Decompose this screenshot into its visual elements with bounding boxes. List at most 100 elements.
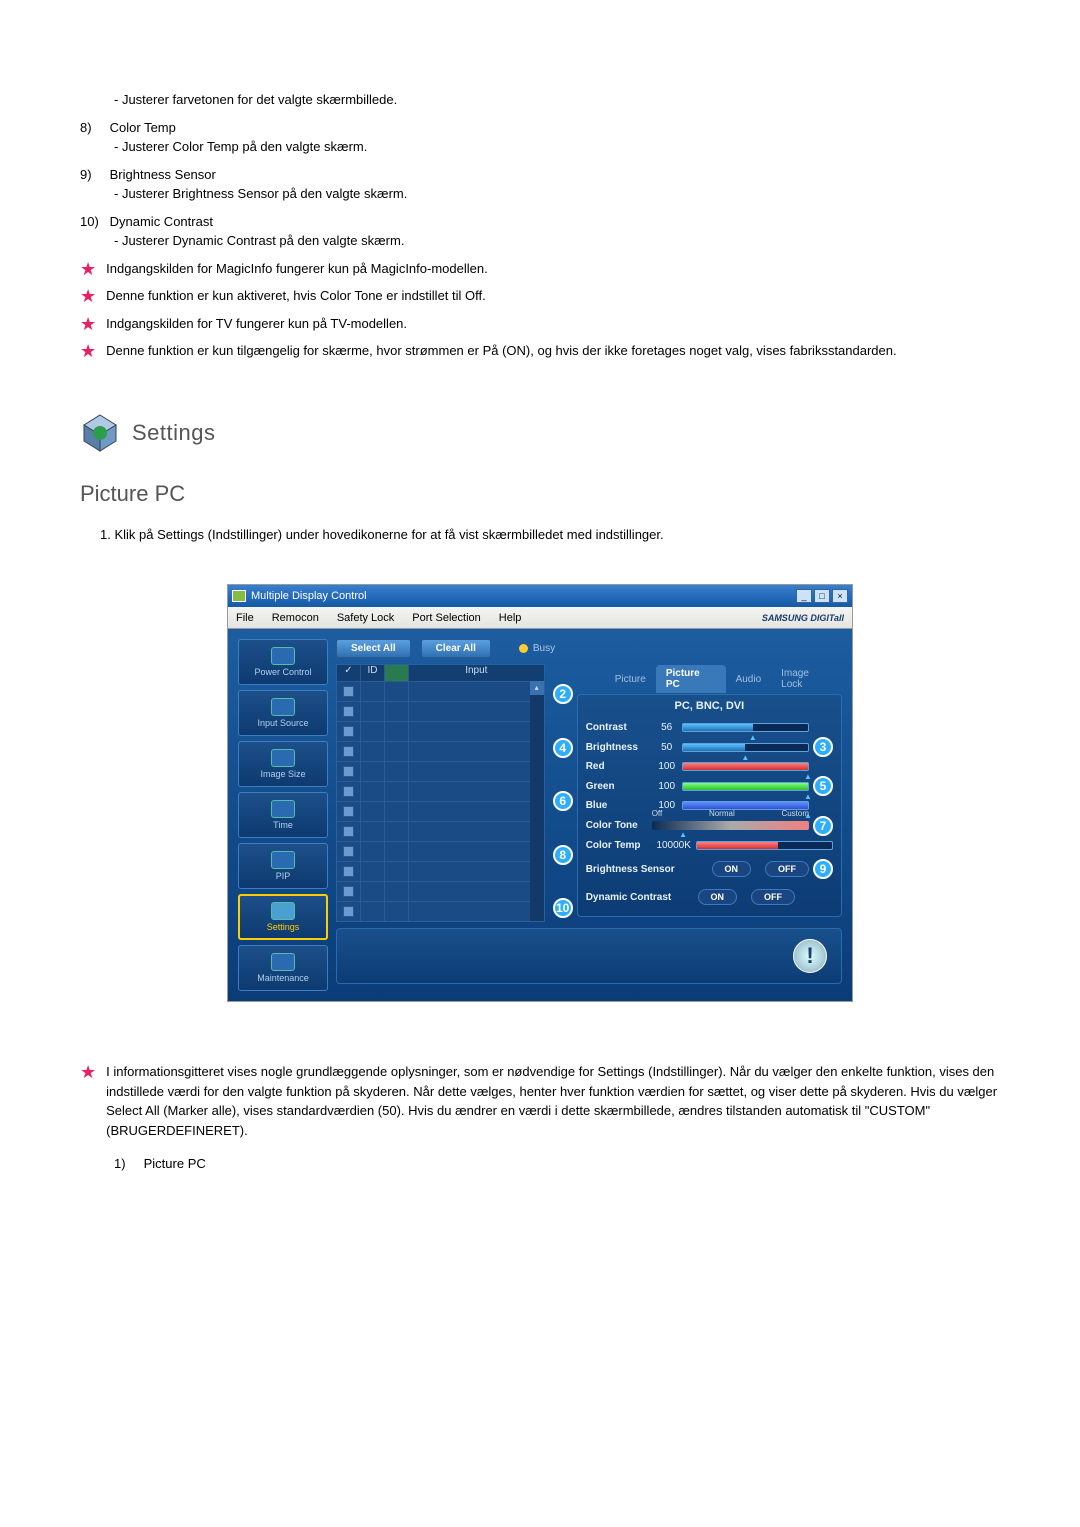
table-row[interactable] — [337, 881, 530, 901]
table-row[interactable] — [337, 781, 530, 801]
nav-pip[interactable]: PIP — [238, 843, 328, 889]
list-title: Dynamic Contrast — [110, 214, 213, 229]
row-checkbox[interactable] — [343, 746, 354, 757]
brightness-sensor-label: Brightness Sensor — [586, 864, 698, 875]
col-id: ID — [361, 665, 385, 681]
star-icon: ★ — [80, 1062, 96, 1084]
slider[interactable]: ▲ — [682, 782, 809, 791]
nav-time[interactable]: Time — [238, 792, 328, 838]
row-checkbox[interactable] — [343, 886, 354, 897]
table-row[interactable] — [337, 681, 530, 701]
row-checkbox[interactable] — [343, 686, 354, 697]
note-1: ★Indgangskilden for MagicInfo fungerer k… — [80, 259, 1000, 281]
menu-help[interactable]: Help — [499, 612, 522, 624]
color-tone-slider[interactable]: OffNormalCustom ▲ — [652, 821, 809, 830]
table-row[interactable] — [337, 861, 530, 881]
nav-power-control[interactable]: Power Control — [238, 639, 328, 685]
settings-icon — [271, 902, 295, 920]
dynamic-contrast-on[interactable]: ON — [698, 889, 738, 905]
callout-7: 7 — [813, 816, 833, 836]
scroll-up-icon[interactable]: ▴ — [530, 681, 544, 695]
row-checkbox[interactable] — [343, 906, 354, 917]
list-item-1-pc: 1) Picture PC — [114, 1154, 1000, 1174]
slider-label: Green — [586, 781, 652, 792]
row-checkbox[interactable] — [343, 726, 354, 737]
input-icon — [271, 698, 295, 716]
tab-audio[interactable]: Audio — [726, 671, 772, 688]
menu-file[interactable]: File — [236, 612, 254, 624]
list-item-8: 8) Color Temp - Justerer Color Temp på d… — [80, 118, 1000, 157]
slider[interactable]: ▲ — [682, 743, 809, 752]
settings-header: Settings — [80, 413, 1000, 453]
minimize-button[interactable]: _ — [796, 589, 812, 603]
dynamic-contrast-label: Dynamic Contrast — [586, 892, 684, 903]
table-row[interactable] — [337, 841, 530, 861]
table-row[interactable] — [337, 721, 530, 741]
color-temp-slider[interactable] — [696, 841, 833, 850]
row-checkbox[interactable] — [343, 806, 354, 817]
info-grid: ✓ ID Input ▴ — [336, 664, 545, 922]
maximize-button[interactable]: □ — [814, 589, 830, 603]
menu-remocon[interactable]: Remocon — [272, 612, 319, 624]
table-row[interactable] — [337, 701, 530, 721]
table-row[interactable] — [337, 741, 530, 761]
left-nav: Power Control Input Source Image Size Ti… — [238, 639, 328, 991]
row-checkbox[interactable] — [343, 766, 354, 777]
list-item-10: 10) Dynamic Contrast - Justerer Dynamic … — [80, 212, 1000, 251]
clear-all-button[interactable]: Clear All — [421, 639, 491, 658]
callout-8: 8 — [553, 845, 573, 865]
slider[interactable]: ▲ — [682, 723, 809, 732]
callout-9: 9 — [813, 859, 833, 879]
row-checkbox[interactable] — [343, 786, 354, 797]
nav-input-source[interactable]: Input Source — [238, 690, 328, 736]
busy-indicator: Busy — [519, 643, 555, 654]
maintenance-icon — [271, 953, 295, 971]
star-icon: ★ — [80, 341, 96, 363]
list-title: Color Temp — [110, 120, 176, 135]
list-title: Brightness Sensor — [110, 167, 216, 182]
list-desc: - Justerer Brightness Sensor på den valg… — [114, 184, 1000, 204]
table-row[interactable] — [337, 761, 530, 781]
image-size-icon — [271, 749, 295, 767]
list-desc: - Justerer farvetonen for det valgte skæ… — [114, 92, 397, 107]
nav-maintenance[interactable]: Maintenance — [238, 945, 328, 991]
callout-10: 10 — [553, 898, 573, 918]
callout-3: 3 — [813, 737, 833, 757]
list-num: 8) — [80, 118, 106, 138]
col-status — [385, 665, 409, 681]
star-icon: ★ — [80, 286, 96, 308]
table-row[interactable] — [337, 821, 530, 841]
warning-icon: ! — [793, 939, 827, 973]
scrollbar[interactable]: ▴ — [530, 681, 544, 921]
busy-dot-icon — [519, 644, 528, 653]
row-checkbox[interactable] — [343, 826, 354, 837]
row-checkbox[interactable] — [343, 866, 354, 877]
bottom-note: ★ I informationsgitteret vises nogle gru… — [80, 1062, 1000, 1140]
row-checkbox[interactable] — [343, 846, 354, 857]
slider-value: 50 — [652, 742, 682, 753]
menu-port-selection[interactable]: Port Selection — [412, 612, 480, 624]
table-row[interactable] — [337, 901, 530, 921]
slider[interactable]: ▲ — [682, 762, 809, 771]
col-check: ✓ — [337, 665, 361, 681]
footer-bar: ! — [336, 928, 842, 984]
menu-safety-lock[interactable]: Safety Lock — [337, 612, 394, 624]
list-num: 9) — [80, 165, 106, 185]
time-icon — [271, 800, 295, 818]
brightness-sensor-on[interactable]: ON — [712, 861, 752, 877]
tab-picture-pc[interactable]: Picture PC — [656, 665, 726, 693]
col-input: Input — [409, 665, 544, 681]
dynamic-contrast-off[interactable]: OFF — [751, 889, 795, 905]
row-checkbox[interactable] — [343, 706, 354, 717]
star-icon: ★ — [80, 314, 96, 336]
tab-image-lock[interactable]: Image Lock — [771, 665, 842, 693]
brightness-sensor-off[interactable]: OFF — [765, 861, 809, 877]
close-button[interactable]: × — [832, 589, 848, 603]
tab-picture[interactable]: Picture — [605, 671, 656, 688]
table-row[interactable] — [337, 801, 530, 821]
nav-image-size[interactable]: Image Size — [238, 741, 328, 787]
note-3: ★Indgangskilden for TV fungerer kun på T… — [80, 314, 1000, 336]
select-all-button[interactable]: Select All — [336, 639, 411, 658]
nav-settings[interactable]: Settings — [238, 894, 328, 940]
callout-2: 2 — [553, 684, 573, 704]
